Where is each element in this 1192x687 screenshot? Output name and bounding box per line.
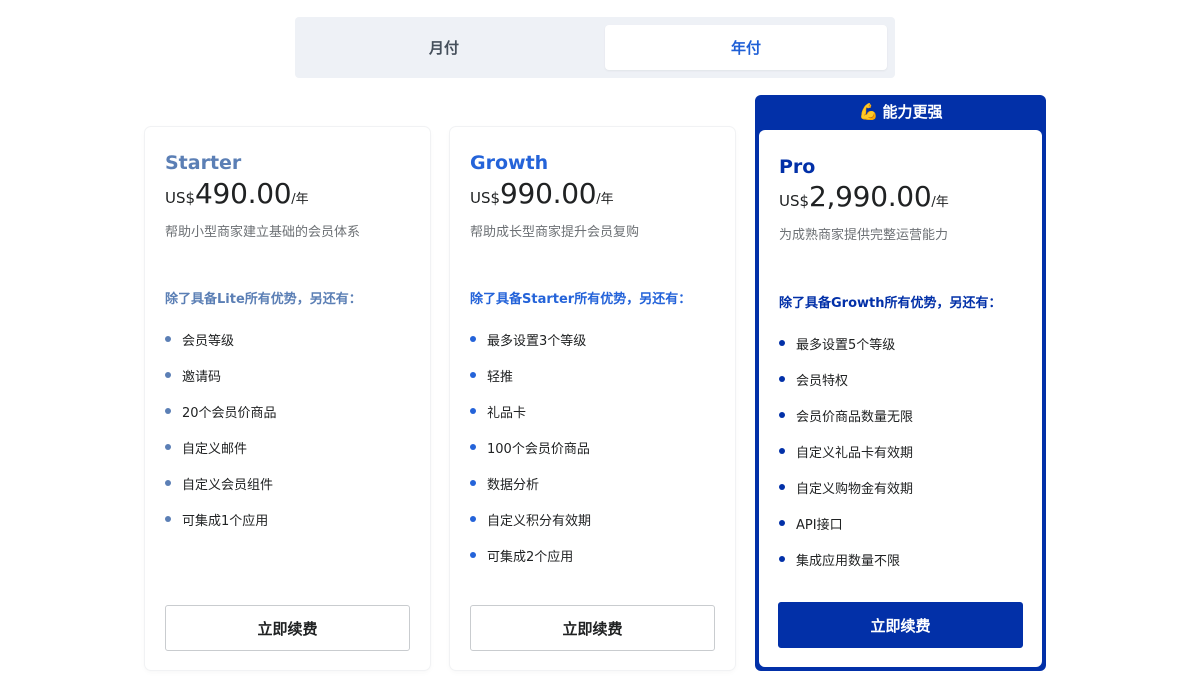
renew-button-growth[interactable]: 立即续费	[470, 605, 715, 651]
bullet-icon	[470, 336, 476, 342]
plan-card-pro: Pro US$ 2,990.00 /年 为成熟商家提供完整运营能力 除了具备Gr…	[759, 130, 1042, 667]
bullet-icon	[165, 444, 171, 450]
price-currency: US$	[779, 192, 810, 210]
plan-description: 为成熟商家提供完整运营能力	[779, 228, 949, 243]
feature-item: 轻推	[470, 357, 591, 393]
bullet-icon	[779, 556, 785, 562]
price-amount: 990.00	[500, 177, 597, 210]
feature-item: API接口	[779, 505, 913, 541]
price-period: /年	[931, 195, 949, 210]
bullet-icon	[165, 372, 171, 378]
plan-price: US$ 990.00 /年	[470, 177, 614, 210]
plan-card-pro-frame: 💪 能力更强 Pro US$ 2,990.00 /年 为成熟商家提供完整运营能力…	[755, 95, 1046, 671]
feature-item: 礼品卡	[470, 393, 591, 429]
bullet-icon	[470, 552, 476, 558]
bullet-icon	[165, 480, 171, 486]
price-currency: US$	[165, 189, 196, 207]
plan-price: US$ 2,990.00 /年	[779, 180, 949, 213]
price-currency: US$	[470, 189, 501, 207]
plan-name: Pro	[779, 156, 816, 178]
bullet-icon	[165, 408, 171, 414]
feature-item: 自定义邮件	[165, 429, 277, 465]
features-heading: 除了具备Starter所有优势，另还有：	[470, 292, 692, 307]
price-amount: 490.00	[195, 177, 292, 210]
plan-description: 帮助小型商家建立基础的会员体系	[165, 225, 361, 240]
flexed-biceps-icon: 💪	[858, 102, 879, 121]
feature-item: 自定义购物金有效期	[779, 469, 913, 505]
price-period: /年	[291, 192, 309, 207]
plan-name: Starter	[165, 152, 242, 174]
feature-item: 会员等级	[165, 321, 277, 357]
recommended-badge: 💪 能力更强	[755, 95, 1046, 128]
feature-item: 会员特权	[779, 361, 913, 397]
badge-label: 能力更强	[882, 103, 943, 121]
feature-item: 最多设置3个等级	[470, 321, 591, 357]
bullet-icon	[165, 336, 171, 342]
billing-toggle: 月付 年付	[295, 17, 895, 78]
feature-item: 数据分析	[470, 465, 591, 501]
plan-price: US$ 490.00 /年	[165, 177, 309, 210]
yearly-toggle-button[interactable]: 年付	[605, 25, 887, 70]
bullet-icon	[470, 480, 476, 486]
bullet-icon	[470, 408, 476, 414]
feature-item: 可集成1个应用	[165, 501, 277, 537]
feature-item: 100个会员价商品	[470, 429, 591, 465]
bullet-icon	[779, 376, 785, 382]
renew-button-pro[interactable]: 立即续费	[778, 602, 1023, 648]
features-heading: 除了具备Lite所有优势，另还有：	[165, 292, 362, 307]
features-heading: 除了具备Growth所有优势，另还有：	[779, 296, 1002, 311]
bullet-icon	[470, 372, 476, 378]
bullet-icon	[779, 340, 785, 346]
feature-item: 邀请码	[165, 357, 277, 393]
feature-list: 最多设置5个等级 会员特权 会员价商品数量无限 自定义礼品卡有效期 自定义购物金…	[779, 325, 913, 577]
plan-description: 帮助成长型商家提升会员复购	[470, 225, 640, 240]
price-period: /年	[596, 192, 614, 207]
bullet-icon	[165, 516, 171, 522]
feature-list: 最多设置3个等级 轻推 礼品卡 100个会员价商品 数据分析 自定义积分有效期 …	[470, 321, 591, 573]
feature-item: 自定义积分有效期	[470, 501, 591, 537]
feature-item: 自定义会员组件	[165, 465, 277, 501]
bullet-icon	[779, 412, 785, 418]
feature-item: 可集成2个应用	[470, 537, 591, 573]
monthly-toggle-button[interactable]: 月付	[303, 25, 585, 70]
bullet-icon	[470, 516, 476, 522]
bullet-icon	[779, 484, 785, 490]
bullet-icon	[779, 448, 785, 454]
feature-item: 会员价商品数量无限	[779, 397, 913, 433]
feature-item: 自定义礼品卡有效期	[779, 433, 913, 469]
feature-item: 集成应用数量不限	[779, 541, 913, 577]
plan-name: Growth	[470, 152, 549, 174]
bullet-icon	[470, 444, 476, 450]
feature-item: 最多设置5个等级	[779, 325, 913, 361]
plan-card-growth: Growth US$ 990.00 /年 帮助成长型商家提升会员复购 除了具备S…	[450, 127, 735, 670]
feature-list: 会员等级 邀请码 20个会员价商品 自定义邮件 自定义会员组件 可集成1个应用	[165, 321, 277, 537]
feature-item: 20个会员价商品	[165, 393, 277, 429]
plan-card-starter: Starter US$ 490.00 /年 帮助小型商家建立基础的会员体系 除了…	[145, 127, 430, 670]
bullet-icon	[779, 520, 785, 526]
price-amount: 2,990.00	[809, 180, 932, 213]
renew-button-starter[interactable]: 立即续费	[165, 605, 410, 651]
